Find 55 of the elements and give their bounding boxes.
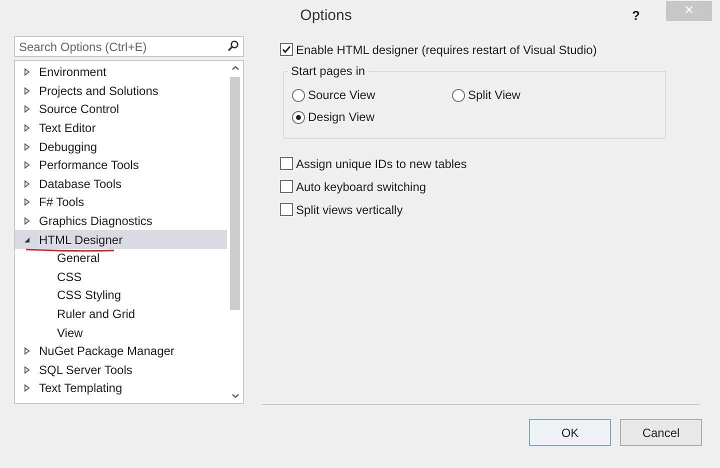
- expand-triangle-icon[interactable]: [23, 86, 31, 95]
- help-button[interactable]: ?: [632, 8, 640, 22]
- expand-triangle-icon[interactable]: [23, 142, 31, 151]
- expand-triangle-icon[interactable]: [23, 68, 31, 76]
- checkbox[interactable]: [280, 43, 293, 56]
- expand-triangle-icon[interactable]: [23, 198, 31, 206]
- tree-item[interactable]: NuGet Package Manager: [15, 342, 227, 360]
- expand-triangle-icon[interactable]: [23, 124, 31, 132]
- tree-item[interactable]: HTML Designer: [15, 230, 227, 249]
- window-title: Options: [299, 6, 353, 24]
- checkbox[interactable]: [280, 157, 293, 170]
- search-icon: [227, 40, 239, 52]
- expand-triangle-icon[interactable]: [23, 161, 31, 170]
- expand-triangle-icon[interactable]: [23, 105, 31, 114]
- radio-label: Split View: [468, 88, 520, 102]
- tree-item[interactable]: Environment: [15, 63, 227, 82]
- search-field[interactable]: Search Options (Ctrl+E): [14, 36, 244, 57]
- checkbox-label: Assign unique IDs to new tables: [296, 156, 467, 170]
- expand-triangle-icon[interactable]: [23, 384, 31, 392]
- checkbox-label: Split views vertically: [296, 202, 403, 216]
- tree-item[interactable]: F# Tools: [15, 193, 227, 212]
- tree-item[interactable]: CSS: [15, 268, 227, 286]
- radio-label: Design View: [308, 110, 374, 124]
- tree-item[interactable]: Database Tools: [15, 174, 227, 194]
- tree-item[interactable]: Text Templating: [15, 379, 227, 398]
- tree-item[interactable]: Debugging: [15, 137, 227, 156]
- scroll-thumb[interactable]: [230, 77, 240, 310]
- tree-item[interactable]: SQL Server Tools: [15, 360, 227, 380]
- tree-item[interactable]: CSS Styling: [15, 286, 227, 305]
- tree-item[interactable]: Source Control: [15, 100, 227, 119]
- tree-item[interactable]: Ruler and Grid: [15, 304, 227, 324]
- expand-triangle-icon[interactable]: [23, 217, 31, 226]
- radio-button[interactable]: [292, 88, 305, 102]
- scroll-up-icon[interactable]: [232, 66, 238, 70]
- expand-triangle-icon[interactable]: [23, 366, 31, 374]
- expand-triangle-icon[interactable]: [23, 347, 31, 356]
- checkbox-label: Enable HTML designer (requires restart of Visual Studio): [296, 42, 597, 56]
- tree-item[interactable]: Performance Tools: [15, 156, 227, 175]
- group-title: Start pages in: [288, 64, 368, 78]
- radio-button[interactable]: [292, 110, 305, 124]
- expand-triangle-icon[interactable]: [23, 180, 31, 188]
- collapse-triangle-icon[interactable]: [23, 236, 31, 244]
- dialog-button[interactable]: OK: [529, 419, 611, 446]
- tree-item[interactable]: Text Editor: [15, 118, 227, 138]
- tree-item[interactable]: Graphics Diagnostics: [15, 212, 227, 230]
- scroll-down-icon[interactable]: [232, 394, 238, 398]
- checkbox-label: Auto keyboard switching: [296, 180, 426, 194]
- checkbox[interactable]: [280, 180, 293, 193]
- radio-button[interactable]: [452, 88, 465, 102]
- dialog-button[interactable]: Cancel: [620, 419, 702, 446]
- tree-item[interactable]: General: [15, 248, 227, 268]
- checkbox[interactable]: [280, 203, 293, 216]
- tree-item[interactable]: View: [15, 323, 227, 342]
- radio-label: Source View: [308, 88, 376, 102]
- tree-item[interactable]: Projects and Solutions: [15, 82, 227, 100]
